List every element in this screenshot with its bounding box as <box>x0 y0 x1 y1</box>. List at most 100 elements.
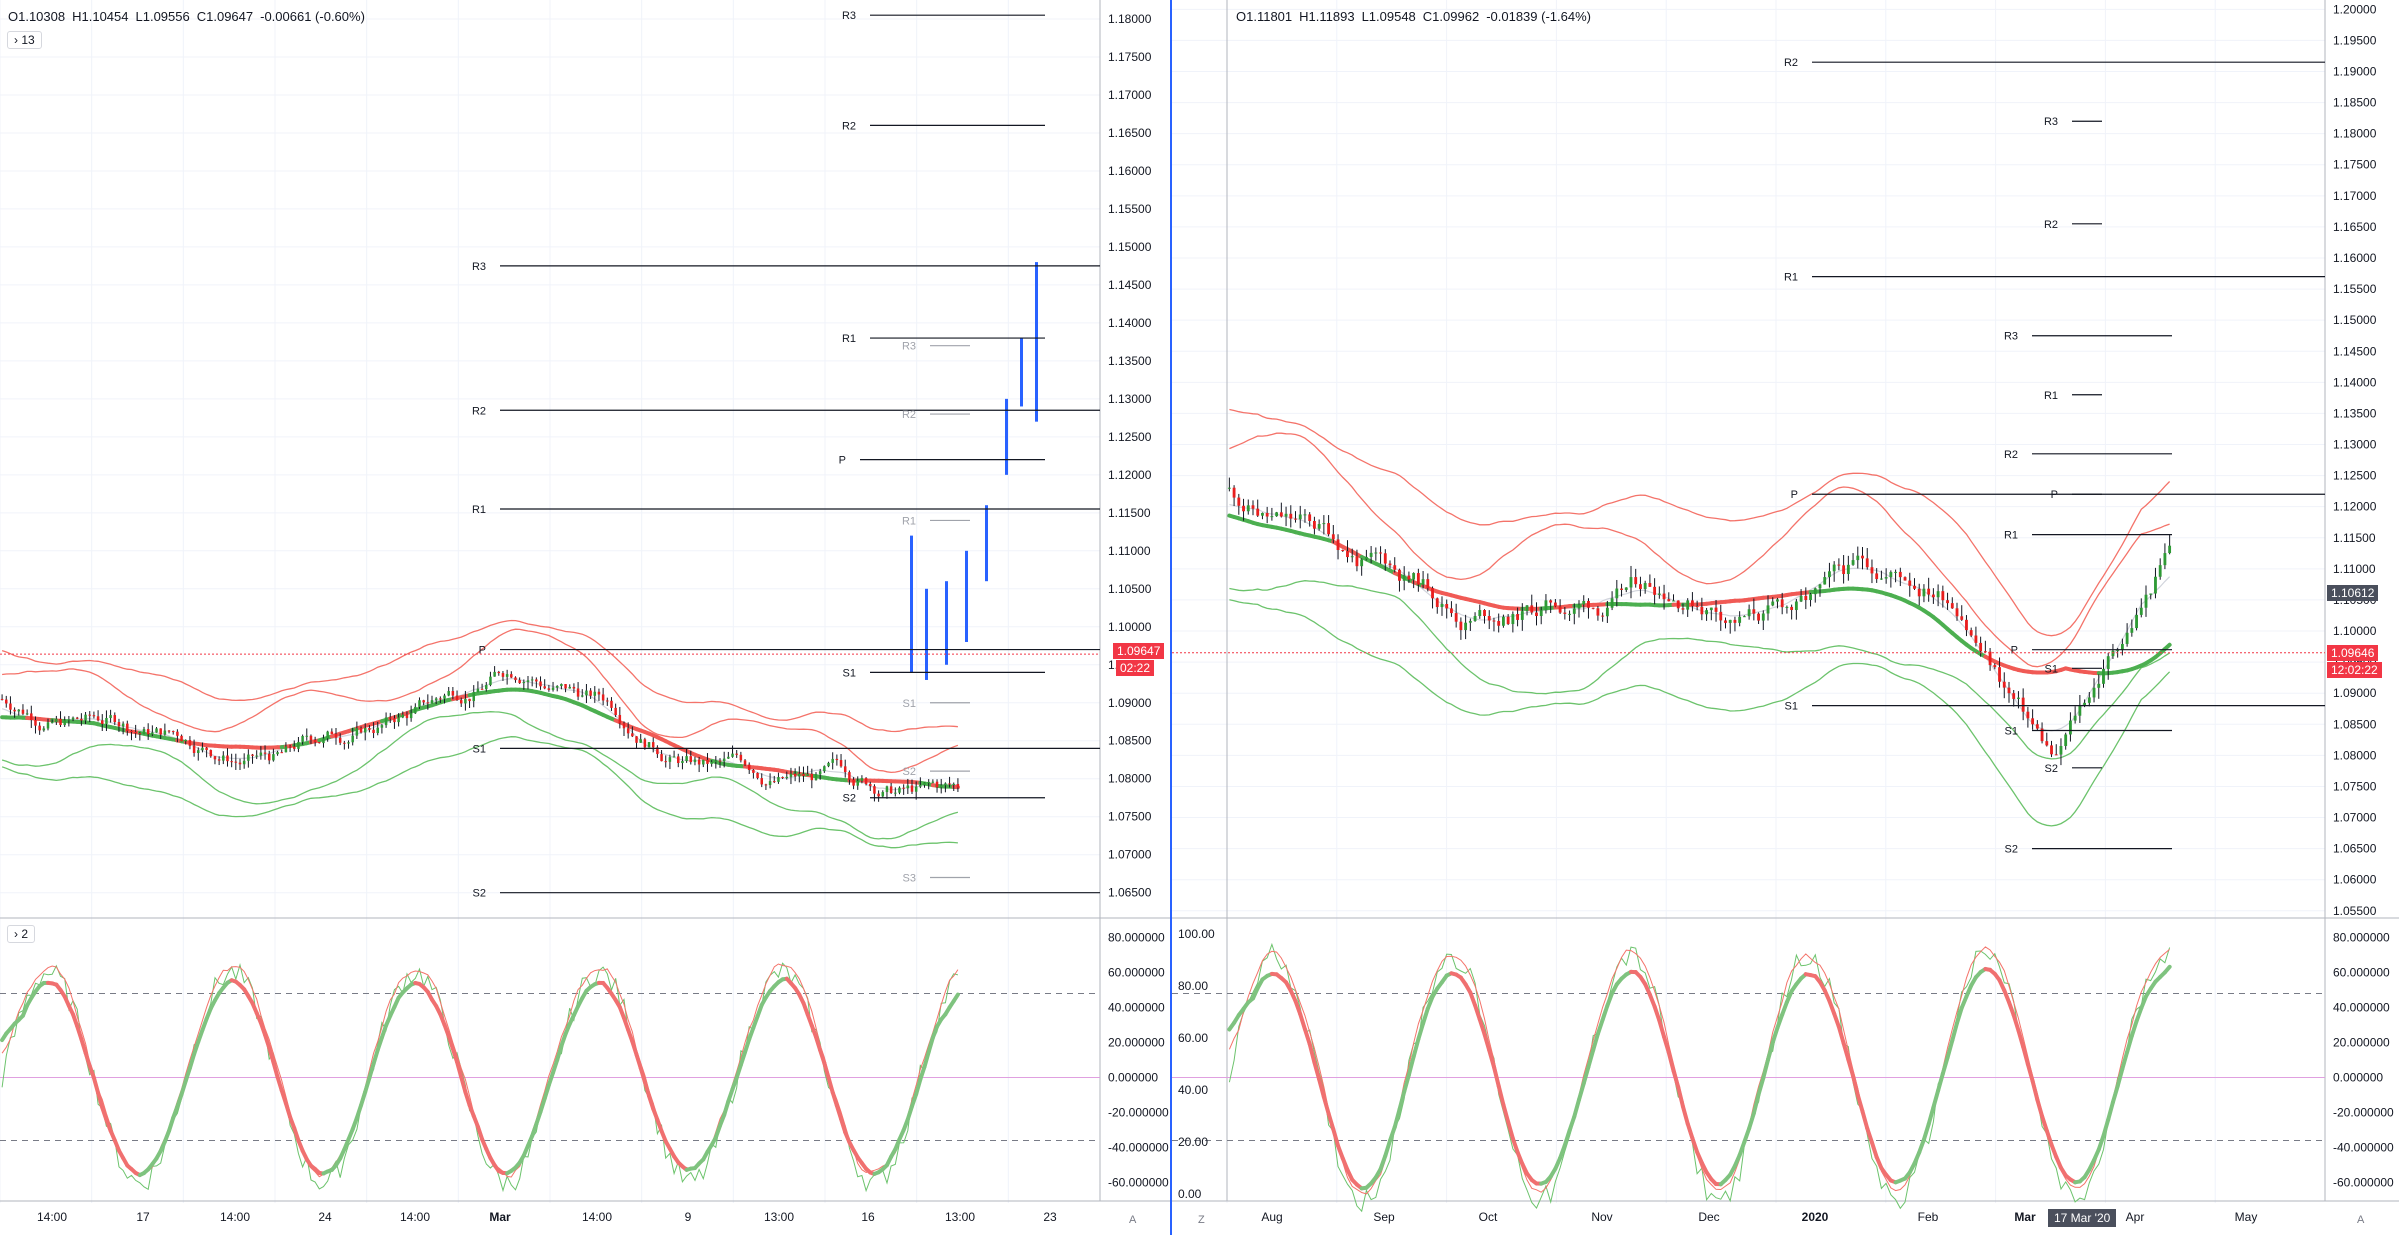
osc-signal-segment <box>2162 964 2172 975</box>
pivot-label: R1 <box>2004 530 2018 542</box>
time-tick-label: Mar <box>489 1210 511 1224</box>
bar-body <box>1832 564 1836 572</box>
osc-signal-segment <box>1917 1137 1926 1155</box>
bar-body <box>343 742 346 744</box>
bar-body <box>468 698 471 702</box>
bar-body <box>606 700 609 702</box>
bar-body <box>393 718 396 723</box>
bar-body <box>201 747 204 751</box>
price-tick-label: 1.19500 <box>2333 33 2377 47</box>
osc-signal-segment <box>1567 1114 1577 1133</box>
bar-body <box>1256 508 1260 516</box>
bar-body <box>439 698 442 700</box>
bar-body <box>5 699 8 704</box>
price-tick-label: 1.09000 <box>2333 686 2377 700</box>
bar-body <box>1846 564 1850 575</box>
bar-body <box>63 720 66 726</box>
osc-signal-segment <box>1761 1057 1771 1081</box>
bar-body <box>1955 608 1959 617</box>
bar-body <box>2106 656 2110 669</box>
bar-body <box>547 688 551 690</box>
bar-body <box>476 688 480 693</box>
osc-signal-segment <box>1321 1094 1331 1116</box>
bar-body <box>1501 616 1505 626</box>
bar-body <box>163 730 167 735</box>
bar-body <box>238 762 242 765</box>
osc-signal-segment <box>359 1089 368 1108</box>
price-tick-label: 1.20000 <box>2333 2 2377 16</box>
time-tick-label: 2020 <box>1802 1210 1829 1224</box>
bar-body <box>597 691 601 695</box>
bar-body <box>209 750 213 757</box>
right-chart-pane[interactable]: 1.20000 1.19500 1.19000 1.18500 1.18000 1.175… <box>1172 0 2399 1235</box>
osc-signal-segment <box>1326 1111 1336 1132</box>
auto-scale-button[interactable]: A <box>1129 1214 1136 1226</box>
osc-tick-label: -60.000000 <box>2333 1176 2394 1190</box>
pivot-label: R2 <box>2004 449 2018 461</box>
osc-signal-segment <box>1657 1018 1667 1039</box>
oscillator-toggle-button[interactable]: › 2 <box>7 925 36 943</box>
osc-tick-label: -40.000000 <box>1108 1141 1169 1155</box>
right-chart-canvas[interactable]: 1.20000 1.19500 1.19000 1.18500 1.18000 1.175… <box>1172 0 2399 1235</box>
bar-body <box>1582 600 1586 605</box>
osc-signal-segment <box>1931 1088 1941 1110</box>
price-tick-label: 1.11500 <box>2333 531 2376 545</box>
price-tick-label: 1.12500 <box>2333 469 2377 483</box>
bar-body <box>1724 620 1727 623</box>
price-tick-label: 1.14500 <box>1108 278 1152 292</box>
bar-body <box>1936 591 1940 598</box>
osc-left-tick-label: 80.00 <box>1178 979 1208 993</box>
price-tick-label: 1.14000 <box>1108 316 1152 330</box>
bar-body <box>305 735 309 737</box>
bar-body <box>543 686 546 689</box>
indicators-toggle-button[interactable]: › 13 <box>7 31 42 49</box>
osc-signal-segment <box>826 1075 835 1095</box>
bar-body <box>1946 600 1949 604</box>
bar-body <box>1648 583 1652 587</box>
change-value: -0.00661 (-0.60%) <box>260 9 365 24</box>
osc-signal-segment <box>1855 1093 1865 1114</box>
left-chart-canvas[interactable]: 1.18000 1.17500 1.17000 1.16500 1.16000 1.155… <box>0 0 1170 1235</box>
bar-body <box>1563 612 1567 614</box>
bar-body <box>1350 556 1354 558</box>
left-ohlc-legend: O1.10308 H1.10454 L1.09556 C1.09647 -0.00661… <box>8 9 372 24</box>
bar-body <box>1487 616 1491 621</box>
bar-body <box>259 752 263 756</box>
last-price-tag: 1.09647 <box>1113 643 1165 659</box>
time-tick-label: 14:00 <box>400 1210 430 1224</box>
zoom-button[interactable]: Z <box>1198 1214 1205 1226</box>
price-tick-label: 1.15000 <box>1108 240 1152 254</box>
osc-signal-segment <box>1685 1121 1695 1141</box>
price-tick-label: 1.12000 <box>2333 500 2377 514</box>
auto-scale-button[interactable]: A <box>2357 1214 2364 1226</box>
bar-body <box>380 725 384 728</box>
bar-body <box>1766 605 1770 614</box>
pivot-label: S1 <box>473 743 486 755</box>
bar-body <box>80 718 83 721</box>
bar-body <box>180 735 183 742</box>
bar-body <box>25 713 29 715</box>
osc-signal-segment <box>951 992 960 1004</box>
osc-tick-label: -60.000000 <box>1108 1176 1169 1190</box>
bar-body <box>1227 487 1231 489</box>
price-tick-label: 1.08500 <box>1108 734 1152 748</box>
pivot-label: R1 <box>902 515 916 527</box>
osc-signal-segment <box>1869 1140 1879 1160</box>
bar-body <box>631 733 634 737</box>
bar-body <box>1407 575 1411 580</box>
bar-body <box>242 760 246 765</box>
time-tick-label: Dec <box>1698 1210 1719 1224</box>
bar-body <box>869 783 872 787</box>
osc-signal-segment <box>1572 1097 1582 1119</box>
bar-body <box>1265 512 1269 517</box>
bar-body <box>1374 552 1378 554</box>
bar-body <box>635 736 638 743</box>
bar-body <box>1251 505 1255 509</box>
bar-body <box>2144 594 2148 608</box>
osc-signal-segment <box>839 1116 848 1135</box>
bar-body <box>1450 608 1453 614</box>
osc-left-tick-label: 0.00 <box>1178 1187 1202 1201</box>
bar-body <box>739 754 743 761</box>
left-chart-pane[interactable]: 1.18000 1.17500 1.17000 1.16500 1.16000 1.155… <box>0 0 1170 1235</box>
bar-body <box>1289 513 1293 519</box>
